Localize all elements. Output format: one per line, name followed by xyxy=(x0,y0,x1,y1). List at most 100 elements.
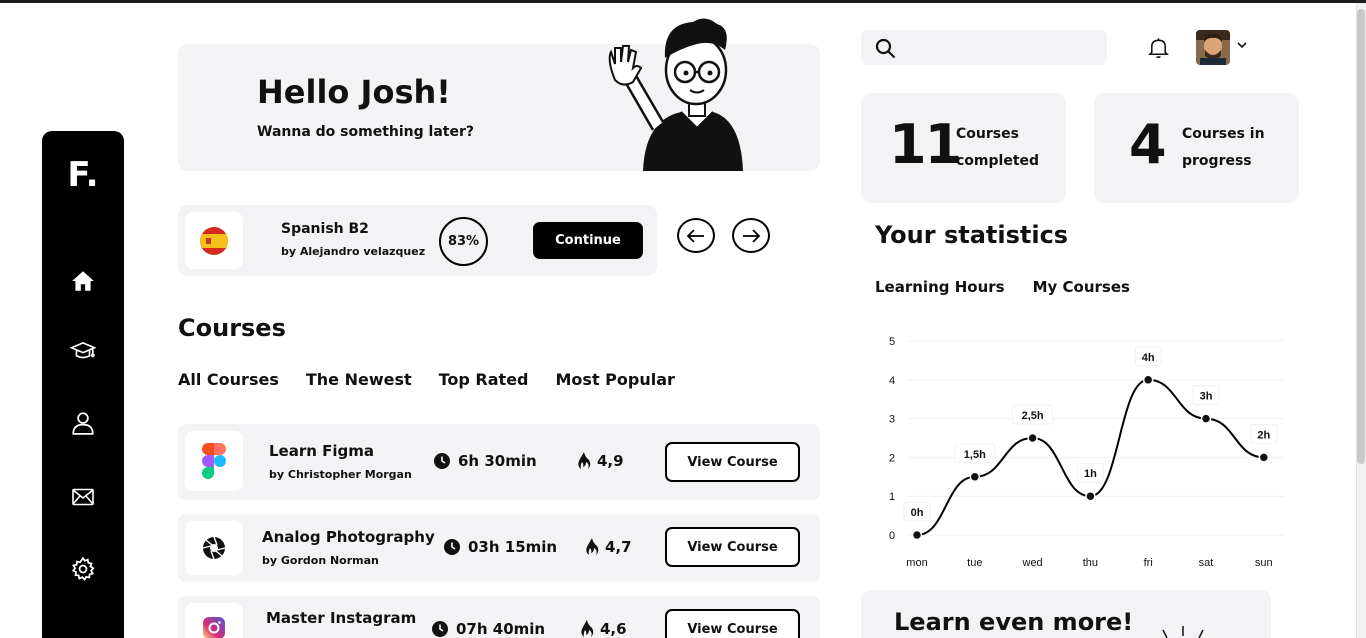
y-tick-label: 1 xyxy=(889,491,895,503)
sidebar: F. xyxy=(42,131,124,638)
scrollbar[interactable] xyxy=(1356,3,1366,638)
course-rating: 4,9 xyxy=(577,452,624,470)
course-rating-text: 4,9 xyxy=(597,452,624,470)
chevron-down-icon[interactable] xyxy=(1237,42,1247,49)
data-point xyxy=(969,471,981,483)
data-label: 1h xyxy=(1084,468,1097,480)
in-progress-label-line2: progress xyxy=(1182,153,1252,169)
x-tick-label: tue xyxy=(967,557,982,569)
previous-button[interactable] xyxy=(677,218,715,253)
search-input[interactable] xyxy=(903,34,1099,61)
data-label: 4h xyxy=(1142,352,1155,364)
x-tick-label: fri xyxy=(1144,557,1153,569)
data-point xyxy=(1258,452,1270,463)
in-progress-label: Courses in progress xyxy=(1182,121,1265,175)
fire-icon xyxy=(581,620,594,637)
nav-item-courses[interactable] xyxy=(63,331,103,371)
data-point xyxy=(1027,432,1038,444)
search-icon xyxy=(875,38,896,59)
fire-icon xyxy=(586,538,599,555)
course-duration-text: 6h 30min xyxy=(458,452,537,470)
clock-icon xyxy=(432,621,448,637)
courses-completed-card: 11 Courses completed xyxy=(861,93,1066,203)
course-row: Learn Figma by Christopher Morgan 6h 30m… xyxy=(178,424,820,500)
user-icon xyxy=(72,412,94,435)
course-author: by Christopher Morgan xyxy=(269,468,412,481)
graduation-cap-icon xyxy=(70,341,96,359)
course-duration: 6h 30min xyxy=(434,452,537,470)
nav-item-home[interactable] xyxy=(63,261,103,301)
nav-item-messages[interactable] xyxy=(63,477,103,517)
course-duration: 07h 40min xyxy=(432,620,545,638)
tab-learning-hours[interactable]: Learning Hours xyxy=(875,278,1005,296)
course-rating: 4,6 xyxy=(580,620,627,638)
current-course-author: by Alejandro velazquez xyxy=(281,245,426,258)
course-duration-text: 03h 15min xyxy=(468,538,558,556)
greeting-title: Hello Josh! xyxy=(257,73,451,111)
y-tick-label: 4 xyxy=(889,375,895,387)
course-filters: All Courses The Newest Top Rated Most Po… xyxy=(178,370,702,389)
x-tick-label: sat xyxy=(1199,557,1214,569)
window-top-border xyxy=(0,0,1366,3)
data-point xyxy=(1200,413,1212,424)
completed-label-line2: completed xyxy=(956,153,1040,169)
filter-top-rated[interactable]: Top Rated xyxy=(439,370,529,389)
x-tick-label: wed xyxy=(1022,557,1043,569)
y-tick-label: 2 xyxy=(889,452,895,464)
tab-my-courses[interactable]: My Courses xyxy=(1033,278,1130,296)
figma-icon xyxy=(185,431,243,491)
avatar[interactable] xyxy=(1196,30,1230,65)
completed-label-line1: Courses xyxy=(956,126,1019,142)
completed-label: Courses completed xyxy=(956,121,1039,175)
waving-character-illustration xyxy=(608,18,743,171)
learning-hours-chart: 0 1 2 3 4 5 mon tue wed thu fri sat sun 0h 1,5h 2,5h 1h 4… xyxy=(889,336,1284,569)
courses-heading: Courses xyxy=(178,314,286,342)
course-rating-text: 4,7 xyxy=(605,538,632,556)
aperture-icon xyxy=(185,521,243,575)
learn-more-title: Learn even more! xyxy=(894,608,1134,636)
instagram-icon xyxy=(185,603,243,638)
scrollbar-thumb[interactable] xyxy=(1357,9,1365,464)
bell-icon[interactable] xyxy=(1147,36,1170,59)
data-label: 1,5h xyxy=(964,449,986,461)
x-tick-label: mon xyxy=(906,557,927,569)
spain-flag-icon xyxy=(185,212,243,269)
nav-item-profile[interactable] xyxy=(63,403,103,443)
course-row: Analog Photography by Gordon Norman 03h … xyxy=(178,514,820,582)
data-point xyxy=(1142,374,1154,386)
data-point xyxy=(1085,490,1096,502)
clock-icon xyxy=(444,539,460,555)
gear-icon xyxy=(71,556,95,581)
current-course-card: Spanish B2 by Alejandro velazquez 83% Co… xyxy=(178,205,657,276)
filter-most-popular[interactable]: Most Popular xyxy=(556,370,675,389)
view-course-button[interactable]: View Course xyxy=(665,527,800,567)
arrow-right-icon xyxy=(743,228,760,243)
completed-count: 11 xyxy=(889,113,962,176)
arrow-left-icon xyxy=(687,228,704,243)
course-duration: 03h 15min xyxy=(444,538,557,556)
x-tick-label: thu xyxy=(1083,557,1098,569)
nav-item-settings[interactable] xyxy=(63,549,103,589)
mail-icon xyxy=(72,488,94,506)
clock-icon xyxy=(434,453,450,469)
course-rating-text: 4,6 xyxy=(600,620,627,638)
learn-more-card: Learn even more! xyxy=(861,590,1271,638)
greeting-subtitle: Wanna do something later? xyxy=(257,124,474,140)
data-label: 2h xyxy=(1257,429,1270,441)
filter-newest[interactable]: The Newest xyxy=(306,370,412,389)
greeting-card: Hello Josh! Wanna do something later? xyxy=(178,18,820,171)
continue-button[interactable]: Continue xyxy=(533,222,643,259)
fire-icon xyxy=(578,452,591,469)
logo[interactable]: F. xyxy=(42,155,124,195)
current-course-title: Spanish B2 xyxy=(281,221,369,237)
view-course-button[interactable]: View Course xyxy=(665,442,800,482)
statistics-tabs: Learning Hours My Courses xyxy=(875,278,1158,296)
course-title: Learn Figma xyxy=(269,442,375,460)
in-progress-label-line1: Courses in xyxy=(1182,126,1265,142)
view-course-button[interactable]: View Course xyxy=(665,609,800,638)
filter-all-courses[interactable]: All Courses xyxy=(178,370,279,389)
course-author: by Gordon Norman xyxy=(262,554,379,567)
data-point xyxy=(911,529,923,541)
home-icon xyxy=(72,271,94,291)
next-button[interactable] xyxy=(732,218,770,253)
